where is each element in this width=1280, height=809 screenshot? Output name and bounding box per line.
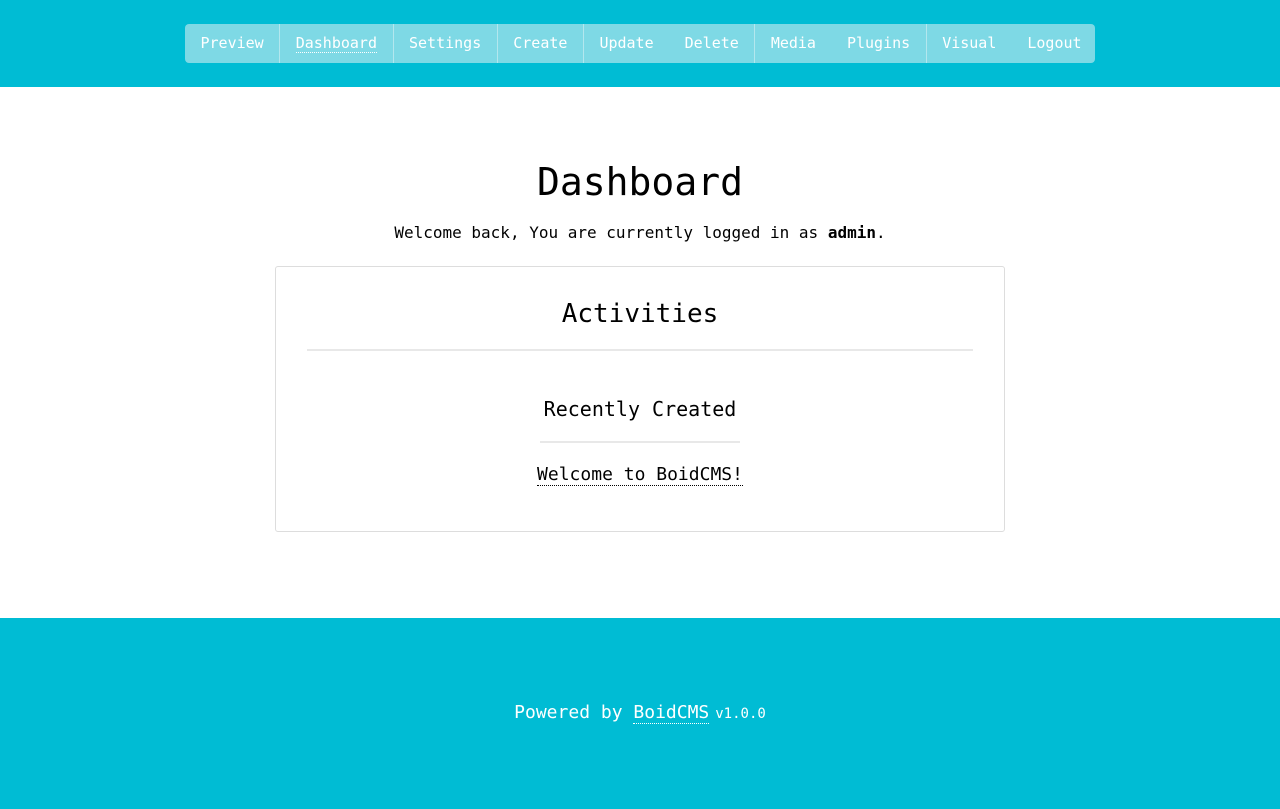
welcome-message: Welcome back, You are currently logged i…	[0, 223, 1280, 242]
nav-label: Dashboard	[295, 34, 377, 53]
nav-label: Plugins	[846, 34, 911, 52]
nav-label: Preview	[200, 34, 264, 52]
nav-label: Delete	[684, 34, 739, 52]
page-title: Dashboard	[537, 160, 743, 204]
nav-preview[interactable]: Preview	[185, 24, 281, 63]
footer: Powered by BoidCMS v1.0.0	[0, 618, 1280, 809]
divider	[307, 349, 973, 351]
post-link[interactable]: Welcome to BoidCMS!	[537, 464, 743, 486]
header: Preview Dashboard Settings Create Update…	[0, 0, 1280, 87]
nav-label: Visual	[942, 34, 997, 52]
boidcms-link[interactable]: BoidCMS	[633, 702, 710, 724]
nav-visual[interactable]: Visual	[927, 24, 1012, 63]
nav-create[interactable]: Create	[498, 24, 584, 63]
username: admin	[827, 223, 876, 242]
divider	[540, 441, 740, 443]
nav-plugins[interactable]: Plugins	[831, 24, 927, 63]
nav-label: Logout	[1027, 34, 1082, 52]
powered-by: Powered by BoidCMS v1.0.0	[0, 702, 1280, 724]
nav-label: Update	[599, 34, 654, 52]
welcome-suffix: .	[876, 223, 886, 242]
welcome-text: Welcome back, You are currently logged i…	[394, 223, 828, 242]
nav-label: Create	[513, 34, 568, 52]
nav-settings[interactable]: Settings	[394, 24, 498, 63]
nav-update[interactable]: Update	[584, 24, 669, 63]
nav-delete[interactable]: Delete	[669, 24, 756, 63]
nav-dashboard[interactable]: Dashboard	[280, 24, 394, 63]
nav-label: Settings	[409, 34, 482, 52]
list-item: Welcome to BoidCMS!	[276, 464, 1004, 486]
activities-title: Activities	[561, 299, 719, 329]
nav-media[interactable]: Media	[755, 24, 831, 63]
main-nav: Preview Dashboard Settings Create Update…	[185, 24, 1095, 63]
recently-created-title: Recently Created	[543, 397, 737, 421]
nav-logout[interactable]: Logout	[1012, 24, 1097, 63]
activities-card: Activities Recently Created Welcome to B…	[275, 266, 1005, 532]
powered-by-text: Powered by	[514, 702, 634, 723]
version: v1.0.0	[715, 706, 766, 722]
nav-label: Media	[770, 34, 816, 52]
